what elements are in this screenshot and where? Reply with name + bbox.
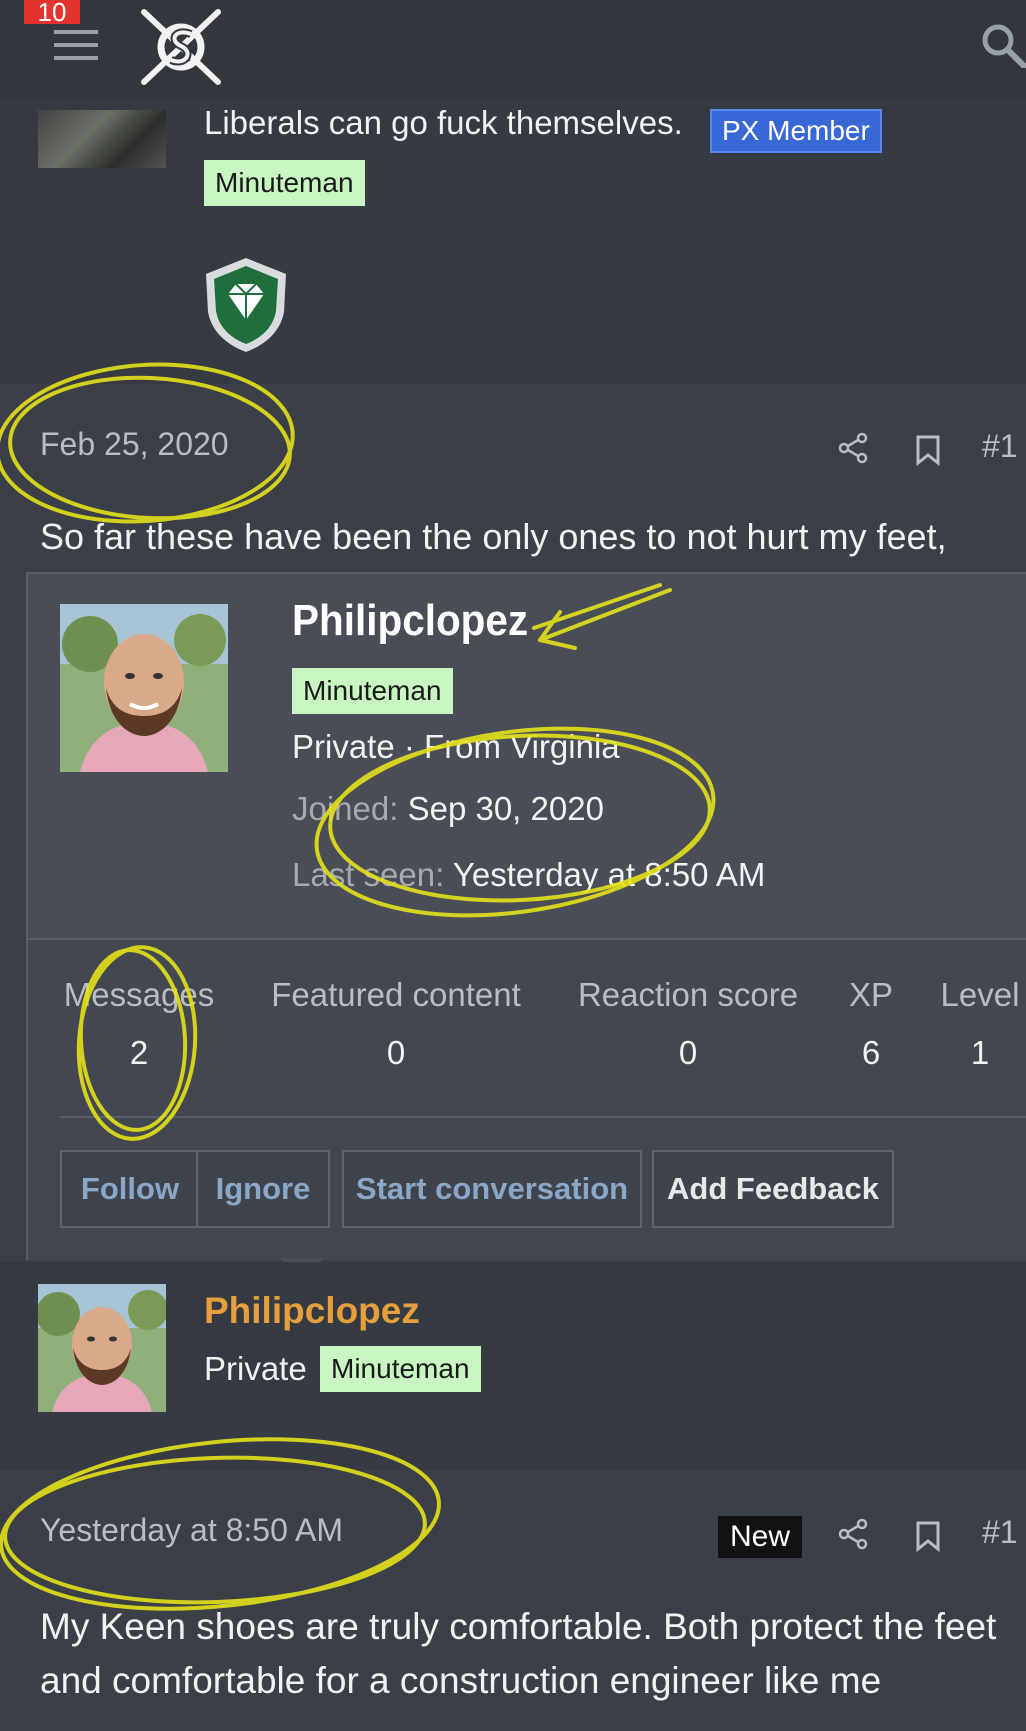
stat-label: Reaction score bbox=[577, 976, 799, 1013]
share-icon[interactable] bbox=[838, 432, 870, 464]
joined-label: Joined: bbox=[292, 790, 399, 827]
avatar[interactable] bbox=[38, 110, 166, 168]
follow-button[interactable]: Follow bbox=[60, 1150, 200, 1228]
member-rank-location: Private · From Virginia bbox=[292, 728, 620, 765]
stat-value: 2 bbox=[129, 1034, 149, 1071]
stat-reaction-score[interactable]: Reaction score 0 bbox=[572, 976, 804, 1072]
bookmark-icon[interactable] bbox=[912, 434, 944, 466]
stat-xp: XP 6 bbox=[840, 976, 902, 1072]
post-number[interactable]: #1 bbox=[982, 1514, 1018, 1551]
stat-value: 1 bbox=[970, 1034, 990, 1071]
share-icon[interactable] bbox=[838, 1518, 870, 1550]
post-author-username[interactable]: Philipclopez bbox=[204, 1290, 420, 1332]
stat-value: 0 bbox=[386, 1034, 406, 1071]
post-body: So far these have been the only ones to … bbox=[40, 516, 947, 557]
stat-label: Level bbox=[940, 976, 1020, 1013]
stat-label: Messages bbox=[63, 976, 215, 1013]
add-feedback-button[interactable]: Add Feedback bbox=[652, 1150, 894, 1228]
search-icon[interactable] bbox=[980, 22, 1026, 68]
last-seen-label: Last seen: bbox=[292, 856, 445, 893]
px-member-badge: PX Member bbox=[710, 109, 882, 153]
avatar[interactable] bbox=[60, 604, 228, 772]
new-badge: New bbox=[718, 1516, 803, 1558]
member-joined: Joined: Sep 30, 2020 bbox=[292, 790, 604, 828]
start-conversation-button[interactable]: Start conversation bbox=[342, 1150, 642, 1228]
post-date[interactable]: Yesterday at 8:50 AM bbox=[40, 1512, 343, 1549]
post-number[interactable]: #1 bbox=[982, 428, 1018, 465]
hamburger-icon[interactable] bbox=[54, 30, 98, 62]
post-body: My Keen shoes are truly comfortable. Bot… bbox=[40, 1606, 997, 1701]
user-title-badge: Minuteman bbox=[292, 668, 453, 714]
member-username[interactable]: Philipclopez bbox=[292, 596, 528, 646]
user-title-badge: Minuteman bbox=[204, 160, 365, 206]
joined-value: Sep 30, 2020 bbox=[407, 790, 604, 827]
divider bbox=[60, 1116, 1026, 1118]
bookmark-icon[interactable] bbox=[912, 1520, 944, 1552]
user-title-badge: Minuteman bbox=[320, 1346, 481, 1392]
last-seen-value: Yesterday at 8:50 AM bbox=[452, 856, 766, 893]
post-author-rank: Private bbox=[204, 1350, 307, 1387]
notification-badge[interactable]: 10 bbox=[24, 0, 80, 25]
avatar[interactable] bbox=[38, 1284, 166, 1412]
stat-level: Level 1 bbox=[940, 976, 1020, 1072]
post-date[interactable]: Feb 25, 2020 bbox=[40, 426, 229, 463]
stat-label: Featured content bbox=[271, 976, 521, 1013]
stat-value: 0 bbox=[678, 1034, 698, 1071]
signature-text: Liberals can go fuck themselves. bbox=[204, 104, 683, 141]
site-logo-icon[interactable] bbox=[136, 4, 226, 90]
stat-label: XP bbox=[848, 976, 894, 1013]
stat-messages[interactable]: Messages 2 bbox=[60, 976, 218, 1072]
member-last-seen: Last seen: Yesterday at 8:50 AM bbox=[292, 856, 765, 894]
diamond-shield-icon bbox=[206, 258, 286, 352]
stat-value: 6 bbox=[861, 1034, 881, 1071]
ignore-button[interactable]: Ignore bbox=[196, 1150, 330, 1228]
stat-featured-content[interactable]: Featured content 0 bbox=[262, 976, 530, 1072]
